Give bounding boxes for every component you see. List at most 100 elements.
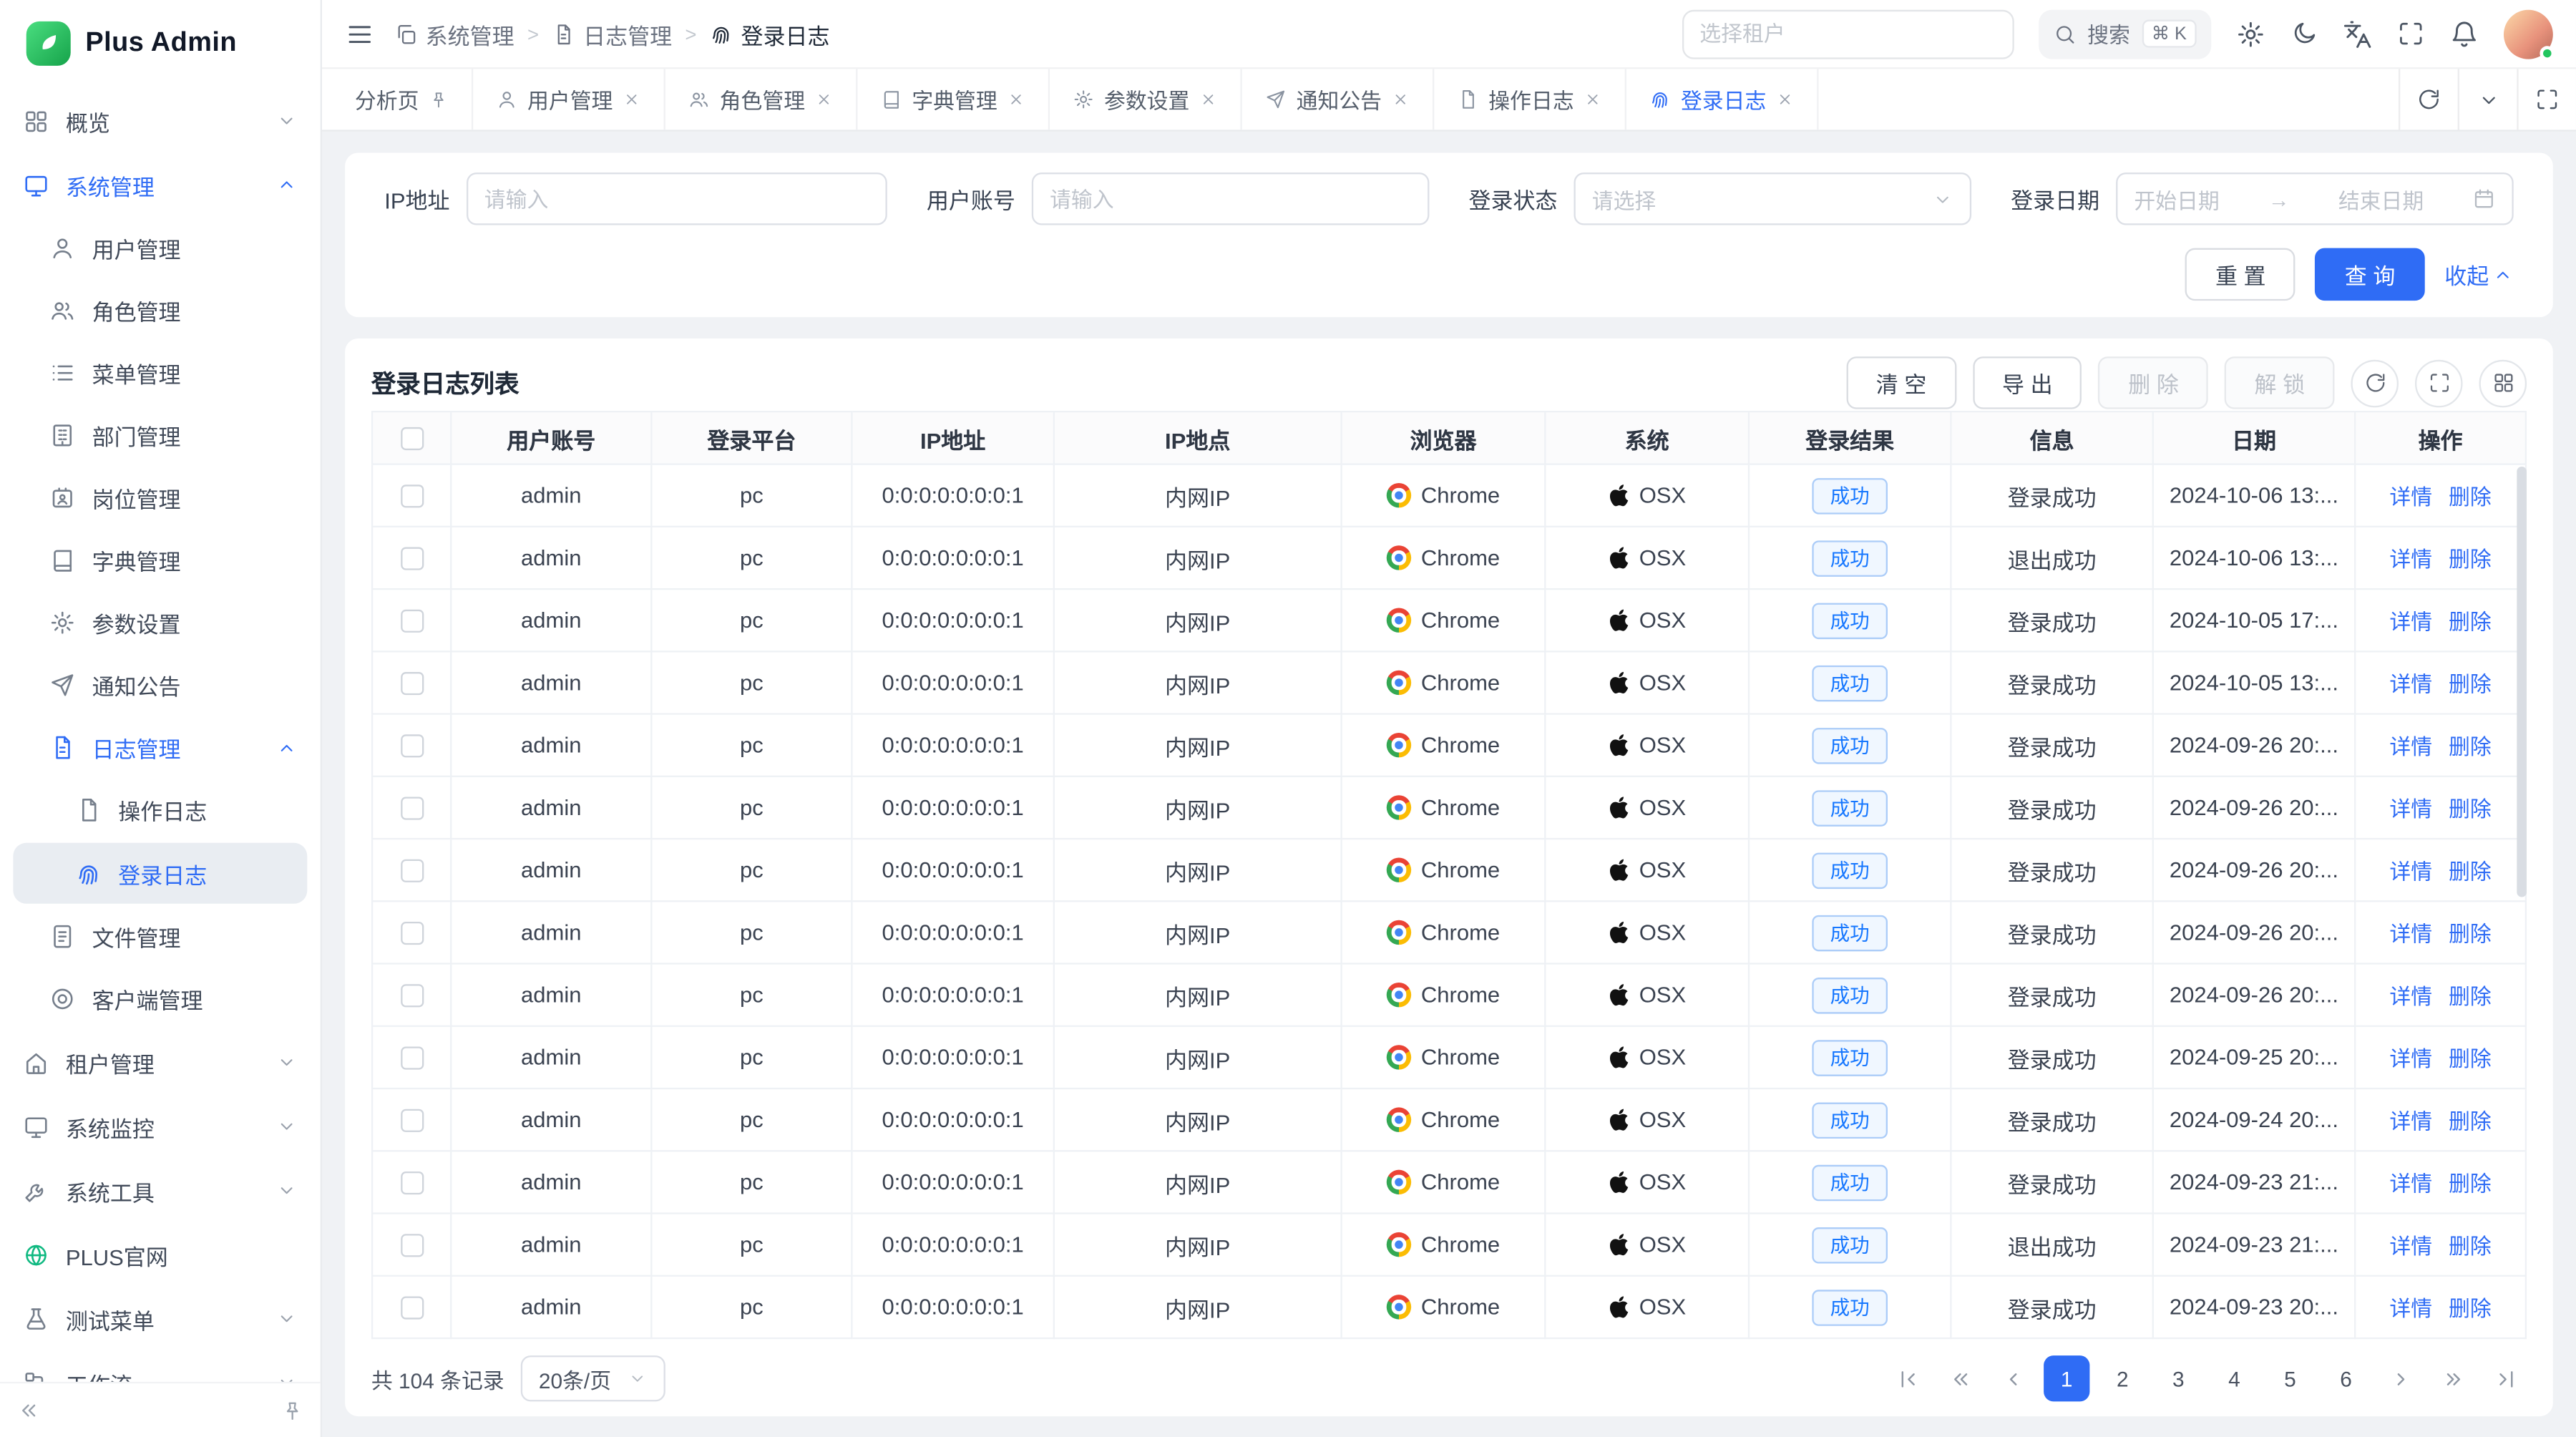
avatar[interactable]	[2504, 9, 2553, 59]
next-5-pages-button[interactable]	[2431, 1357, 2474, 1400]
sidebar-item-tenant-management[interactable]: 租户管理	[0, 1031, 321, 1095]
delete-link[interactable]: 删除	[2449, 672, 2492, 696]
delete-link[interactable]: 删除	[2449, 1234, 2492, 1258]
tab-login-log[interactable]: 登录日志	[1626, 69, 1819, 130]
column-settings-icon[interactable]	[2479, 359, 2527, 407]
expand-content-icon[interactable]	[2517, 69, 2576, 130]
detail-link[interactable]: 详情	[2389, 1296, 2432, 1320]
sidebar-item-plus-website[interactable]: PLUS官网	[0, 1222, 321, 1287]
tab-param-settings[interactable]: 参数设置	[1050, 69, 1242, 130]
detail-link[interactable]: 详情	[2389, 547, 2432, 572]
next-page-button[interactable]	[2379, 1357, 2421, 1400]
row-checkbox[interactable]	[400, 735, 423, 758]
delete-button[interactable]: 删 除	[2099, 356, 2208, 409]
row-checkbox[interactable]	[400, 1047, 423, 1070]
delete-link[interactable]: 删除	[2449, 547, 2492, 572]
detail-link[interactable]: 详情	[2389, 797, 2432, 822]
pin-sidebar-icon[interactable]	[281, 1399, 304, 1422]
refresh-page-icon[interactable]	[2399, 69, 2458, 130]
delete-link[interactable]: 删除	[2449, 1109, 2492, 1134]
sidebar-item-overview[interactable]: 概览	[0, 89, 321, 153]
sidebar-item-login-log[interactable]: 登录日志	[13, 843, 307, 904]
breadcrumb-item-log-management[interactable]: 日志管理	[552, 17, 672, 50]
delete-link[interactable]: 删除	[2449, 797, 2492, 822]
tab-actions-menu-icon[interactable]	[2458, 69, 2517, 130]
sidebar-item-operation-log[interactable]: 操作日志	[0, 779, 321, 841]
dark-mode-icon[interactable]	[2290, 20, 2318, 48]
select-all-checkbox[interactable]	[400, 427, 423, 450]
sidebar-item-dept-management[interactable]: 部门管理	[0, 404, 321, 467]
table-scrollbar[interactable]	[2517, 467, 2527, 897]
detail-link[interactable]: 详情	[2389, 672, 2432, 696]
reset-button[interactable]: 重 置	[2186, 248, 2296, 301]
fullscreen-table-icon[interactable]	[2415, 359, 2463, 407]
row-checkbox[interactable]	[400, 1297, 423, 1320]
detail-link[interactable]: 详情	[2389, 1234, 2432, 1258]
breadcrumb-item-login-log[interactable]: 登录日志	[710, 17, 830, 50]
notifications-icon[interactable]	[2449, 19, 2479, 48]
close-icon[interactable]	[815, 90, 833, 108]
fullscreen-icon[interactable]	[2397, 20, 2425, 48]
refresh-table-icon[interactable]	[2351, 359, 2399, 407]
delete-link[interactable]: 删除	[2449, 984, 2492, 1008]
row-checkbox[interactable]	[400, 610, 423, 633]
login-date-range[interactable]: 开始日期 → 结束日期	[2116, 172, 2514, 225]
tab-operation-log[interactable]: 操作日志	[1435, 69, 1627, 130]
settings-icon[interactable]	[2236, 19, 2265, 48]
delete-link[interactable]: 删除	[2449, 610, 2492, 634]
sidebar-item-user-management[interactable]: 用户管理	[0, 217, 321, 279]
delete-link[interactable]: 删除	[2449, 1296, 2492, 1320]
collapse-filters-link[interactable]: 收起	[2444, 258, 2513, 291]
unlock-button[interactable]: 解 锁	[2225, 356, 2334, 409]
close-icon[interactable]	[623, 90, 640, 108]
page-button-6[interactable]: 6	[2323, 1355, 2368, 1401]
delete-link[interactable]: 删除	[2449, 734, 2492, 759]
sidebar-item-param-settings[interactable]: 参数设置	[0, 592, 321, 654]
hamburger-icon[interactable]	[345, 19, 374, 48]
prev-5-pages-button[interactable]	[1938, 1357, 1981, 1400]
detail-link[interactable]: 详情	[2389, 984, 2432, 1008]
collapse-sidebar-icon[interactable]	[16, 1398, 41, 1423]
row-checkbox[interactable]	[400, 547, 423, 570]
detail-link[interactable]: 详情	[2389, 1046, 2432, 1071]
sidebar-item-test-menu[interactable]: 测试菜单	[0, 1287, 321, 1351]
search-button[interactable]: 搜索 ⌘ K	[2038, 9, 2211, 59]
page-button-2[interactable]: 2	[2099, 1355, 2145, 1401]
sidebar-item-post-management[interactable]: 岗位管理	[0, 467, 321, 529]
tab-role-management[interactable]: 角色管理	[665, 69, 858, 130]
sidebar-item-system-tools[interactable]: 系统工具	[0, 1159, 321, 1223]
detail-link[interactable]: 详情	[2389, 484, 2432, 509]
row-checkbox[interactable]	[400, 1109, 423, 1132]
sidebar-item-file-management[interactable]: 文件管理	[0, 905, 321, 968]
detail-link[interactable]: 详情	[2389, 1109, 2432, 1134]
detail-link[interactable]: 详情	[2389, 1171, 2432, 1196]
language-icon[interactable]	[2343, 19, 2372, 48]
delete-link[interactable]: 删除	[2449, 1046, 2492, 1071]
tenant-select[interactable]	[1682, 9, 2014, 59]
sidebar-item-dict-management[interactable]: 字典管理	[0, 529, 321, 591]
detail-link[interactable]: 详情	[2389, 734, 2432, 759]
first-page-button[interactable]	[1886, 1357, 1929, 1400]
sidebar-item-menu-management[interactable]: 菜单管理	[0, 342, 321, 404]
detail-link[interactable]: 详情	[2389, 610, 2432, 634]
delete-link[interactable]: 删除	[2449, 859, 2492, 884]
last-page-button[interactable]	[2484, 1357, 2527, 1400]
row-checkbox[interactable]	[400, 985, 423, 1008]
tab-user-management[interactable]: 用户管理	[473, 69, 665, 130]
sidebar-item-role-management[interactable]: 角色管理	[0, 279, 321, 341]
sidebar-item-system-monitor[interactable]: 系统监控	[0, 1094, 321, 1159]
row-checkbox[interactable]	[400, 673, 423, 696]
prev-page-button[interactable]	[1991, 1357, 2034, 1400]
login-status-select[interactable]: 请选择	[1574, 172, 1971, 225]
sidebar-item-notice[interactable]: 通知公告	[0, 654, 321, 716]
delete-link[interactable]: 删除	[2449, 922, 2492, 946]
delete-link[interactable]: 删除	[2449, 484, 2492, 509]
tab-dict-management[interactable]: 字典管理	[858, 69, 1050, 130]
export-button[interactable]: 导 出	[1973, 356, 2082, 409]
row-checkbox[interactable]	[400, 797, 423, 820]
close-icon[interactable]	[1776, 90, 1794, 108]
clear-button[interactable]: 清 空	[1846, 356, 1956, 409]
page-button-5[interactable]: 5	[2267, 1355, 2313, 1401]
sidebar-item-system-management[interactable]: 系统管理	[0, 153, 321, 218]
pin-icon[interactable]	[429, 89, 449, 109]
